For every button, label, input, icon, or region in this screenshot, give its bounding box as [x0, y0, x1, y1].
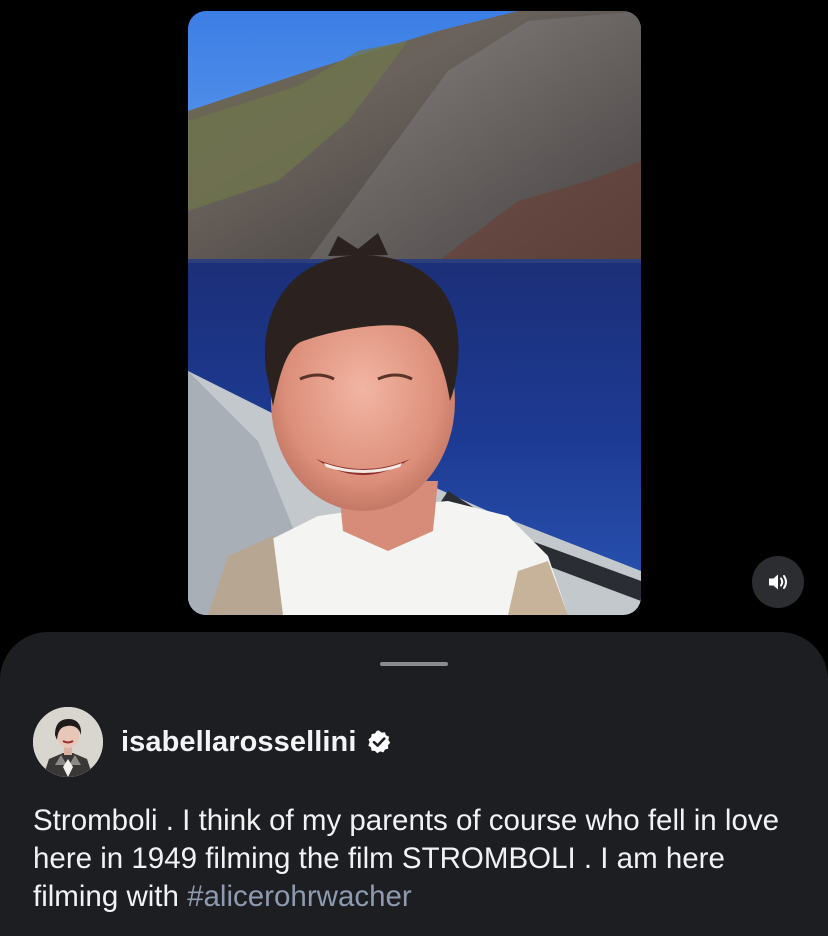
caption-hashtag-link[interactable]: #alicerohrwacher: [187, 880, 412, 913]
avatar[interactable]: [33, 707, 103, 777]
author-row[interactable]: isabellarossellini: [33, 707, 392, 777]
mute-toggle-button[interactable]: [752, 556, 804, 608]
video-frame-image: [188, 11, 641, 615]
sheet-drag-handle[interactable]: [380, 662, 448, 666]
volume-icon: [769, 574, 787, 590]
author-username[interactable]: isabellarossellini: [121, 726, 357, 759]
verified-badge-icon: [366, 729, 392, 755]
profile-avatar-image: [33, 707, 103, 777]
post-caption: Stromboli . I think of my parents of cou…: [33, 802, 803, 916]
reel-viewer: isabellarossellini Stromboli . I think o…: [0, 0, 828, 936]
video-player[interactable]: [188, 11, 641, 615]
post-details-sheet: isabellarossellini Stromboli . I think o…: [0, 632, 828, 936]
